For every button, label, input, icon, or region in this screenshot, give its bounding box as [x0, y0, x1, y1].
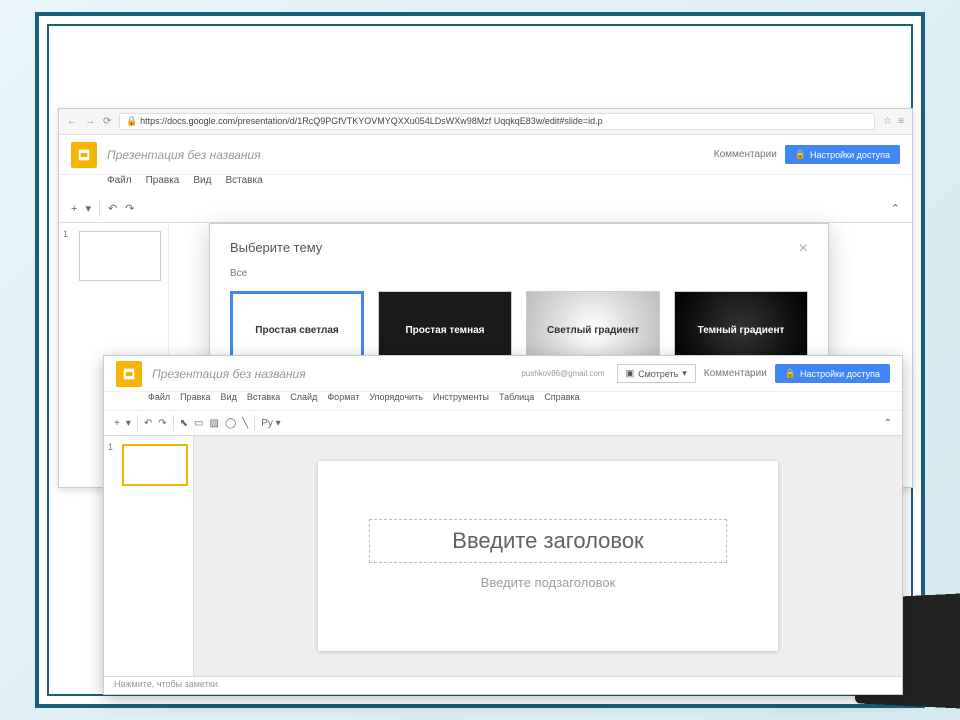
menu-insert[interactable]: Вставка	[247, 392, 280, 410]
subtitle-text: Введите подзаголовок	[381, 575, 716, 590]
menu-slide[interactable]: Слайд	[290, 392, 317, 410]
doc-title[interactable]: Презентация без названия	[107, 148, 261, 162]
subtitle-placeholder[interactable]: Введите подзаголовок	[369, 571, 728, 594]
menu-tools[interactable]: Инструменты	[433, 392, 489, 410]
back-icon[interactable]: ←	[67, 116, 77, 127]
new-slide-icon[interactable]: +	[71, 203, 77, 215]
slide-panel: 1	[104, 436, 194, 676]
title-placeholder[interactable]: Введите заголовок	[369, 519, 728, 563]
menu-table[interactable]: Таблица	[499, 392, 534, 410]
menu-icon[interactable]: ≡	[898, 116, 904, 127]
chevron-up-icon[interactable]: ⌃	[884, 418, 892, 429]
user-email: pushkov86@gmail.com	[521, 369, 604, 378]
star-icon[interactable]: ☆	[883, 116, 892, 127]
tab-all[interactable]: Все	[230, 268, 247, 279]
toolbar: + ▾ ↶ ↷ ⬉ ▭ ▨ ◯ ╲ Ру ▾ ⌃	[104, 410, 902, 436]
redo-icon[interactable]: ↷	[158, 418, 166, 429]
canvas-area: Введите заголовок Введите подзаголовок	[194, 436, 902, 676]
toolbar: + ▾ ↶ ↷ ⌃	[59, 195, 912, 223]
menu-insert[interactable]: Вставка	[225, 175, 262, 195]
close-icon[interactable]: ×	[799, 240, 808, 258]
app-header: Презентация без названия pushkov86@gmail…	[104, 356, 902, 392]
menu-format[interactable]: Формат	[327, 392, 359, 410]
slide-thumbnail[interactable]	[79, 231, 161, 281]
slides-logo-icon[interactable]	[116, 361, 142, 387]
present-button[interactable]: ▣ Смотреть ▾	[617, 364, 696, 383]
menu-view[interactable]: Вид	[221, 392, 237, 410]
lock-icon: 🔒	[795, 149, 806, 160]
dropdown-icon[interactable]: ▾	[85, 202, 91, 215]
line-icon[interactable]: ╲	[242, 418, 248, 429]
slide-canvas[interactable]: Введите заголовок Введите подзаголовок	[318, 461, 778, 651]
app-header: Презентация без названия Комментарии 🔒 Н…	[59, 135, 912, 175]
comments-button[interactable]: Комментарии	[714, 149, 777, 160]
menu-view[interactable]: Вид	[193, 175, 211, 195]
browser-chrome: ← → ⟳ 🔒 https://docs.google.com/presenta…	[59, 109, 912, 135]
share-button[interactable]: 🔒 Настройки доступа	[785, 145, 900, 164]
slide-number: 1	[63, 229, 68, 239]
slide-number: 1	[108, 442, 113, 452]
comments-button[interactable]: Комментарии	[704, 368, 767, 379]
menu-file[interactable]: Файл	[107, 175, 132, 195]
slide-thumbnail[interactable]	[122, 444, 188, 486]
textbox-icon[interactable]: ▭	[194, 418, 203, 429]
menu-file[interactable]: Файл	[148, 392, 170, 410]
undo-icon[interactable]: ↶	[144, 418, 152, 429]
menu-edit[interactable]: Правка	[146, 175, 180, 195]
menu-edit[interactable]: Правка	[180, 392, 210, 410]
chevron-up-icon[interactable]: ⌃	[891, 202, 900, 215]
menu-arrange[interactable]: Упорядочить	[369, 392, 423, 410]
dialog-title: Выберите тему	[230, 240, 322, 255]
share-button[interactable]: 🔒 Настройки доступа	[775, 364, 890, 383]
menu-bar: Файл Правка Вид Вставка	[59, 175, 912, 195]
chevron-down-icon: ▾	[682, 368, 687, 379]
image-icon[interactable]: ▨	[210, 418, 219, 429]
url-text: https://docs.google.com/presentation/d/1…	[140, 116, 602, 126]
reload-icon[interactable]: ⟳	[103, 116, 111, 127]
screenshot-editor: Презентация без названия pushkov86@gmail…	[103, 355, 903, 695]
shape-icon[interactable]: ◯	[225, 418, 236, 429]
select-icon[interactable]: ⬉	[180, 418, 188, 429]
lock-icon: 🔒	[785, 368, 796, 379]
redo-icon[interactable]: ↷	[125, 202, 134, 215]
doc-title[interactable]: Презентация без названия	[152, 367, 306, 381]
address-bar[interactable]: 🔒 https://docs.google.com/presentation/d…	[119, 113, 875, 130]
slides-logo-icon[interactable]	[71, 142, 97, 168]
title-text: Введите заголовок	[382, 528, 715, 554]
menu-help[interactable]: Справка	[544, 392, 579, 410]
present-icon: ▣	[626, 368, 635, 379]
lock-icon: 🔒	[126, 116, 137, 126]
lang-selector[interactable]: Ру ▾	[261, 418, 280, 429]
menu-bar: Файл Правка Вид Вставка Слайд Формат Упо…	[104, 392, 902, 410]
forward-icon[interactable]: →	[85, 116, 95, 127]
chevron-down-icon[interactable]: ▾	[126, 418, 131, 429]
undo-icon[interactable]: ↶	[108, 202, 117, 215]
speaker-notes[interactable]: Нажмите, чтобы заметки	[104, 676, 902, 694]
new-slide-icon[interactable]: +	[114, 418, 120, 429]
